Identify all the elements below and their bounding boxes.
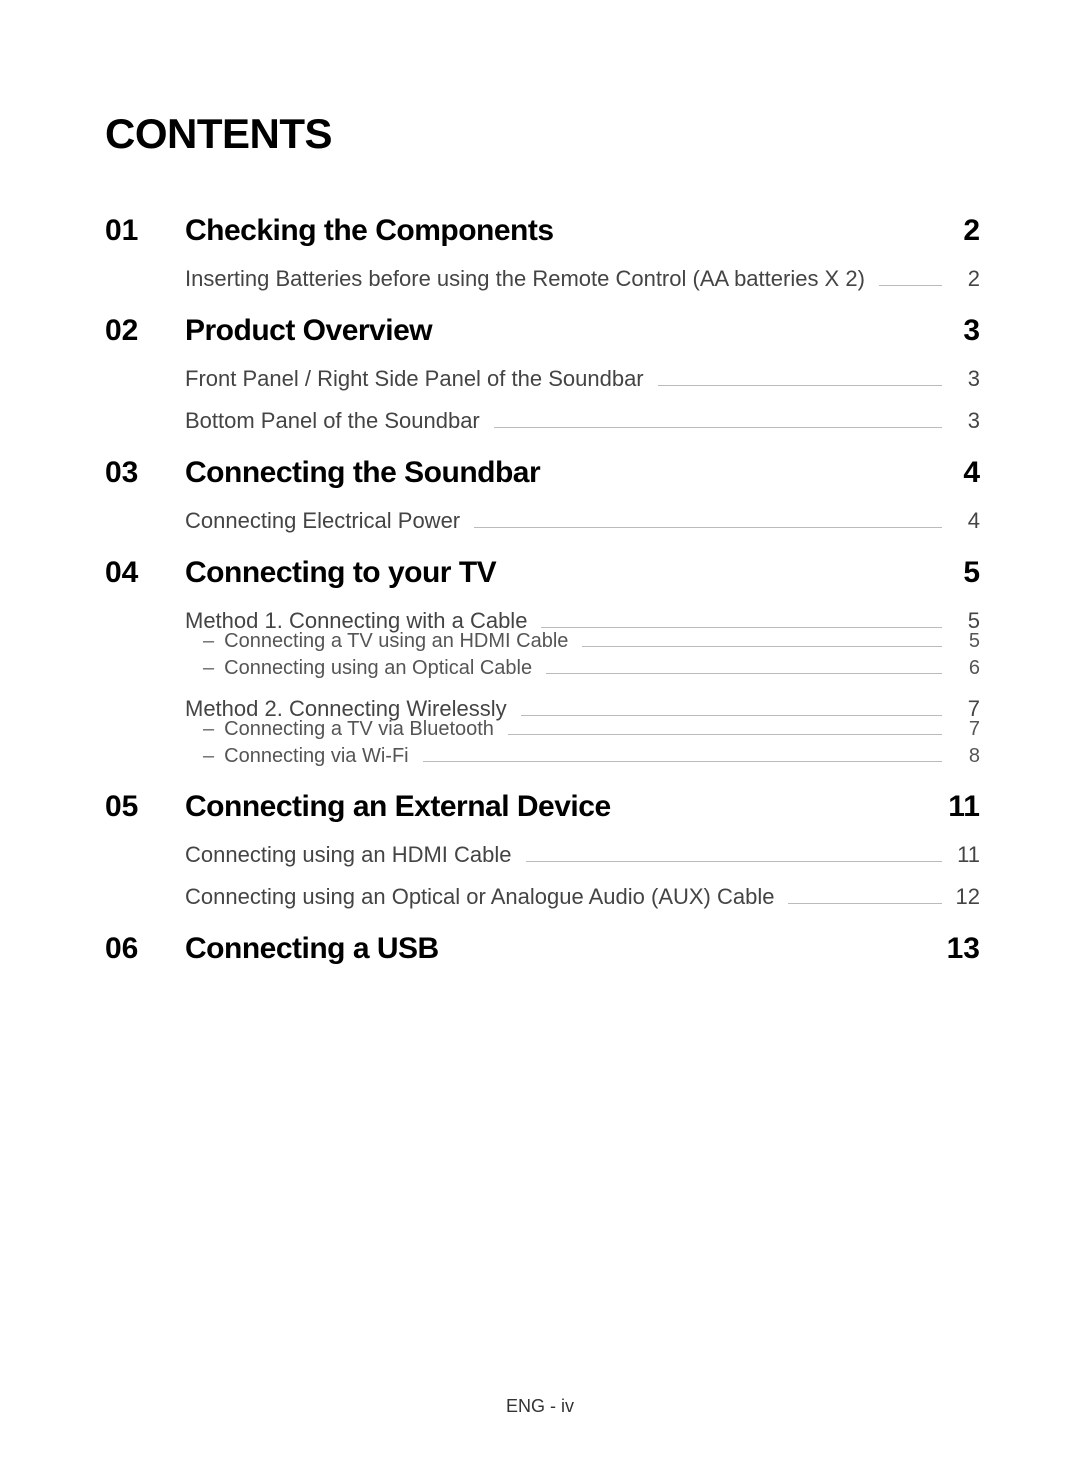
toc-entry[interactable]: Connecting using an HDMI Cable 11: [105, 842, 980, 868]
toc-section-title: Product Overview: [185, 314, 940, 348]
table-of-contents: 01Checking the Components2Inserting Batt…: [105, 214, 980, 966]
toc-sub-title: Connecting a TV via Bluetooth: [224, 718, 494, 741]
toc-section-header[interactable]: 02Product Overview3: [105, 314, 980, 348]
toc-sub-page: 7: [956, 718, 980, 741]
toc-section: 03Connecting the Soundbar4Connecting Ele…: [105, 456, 980, 534]
toc-section-header[interactable]: 03Connecting the Soundbar4: [105, 456, 980, 490]
toc-sub-title: Connecting using an Optical Cable: [224, 657, 532, 680]
toc-sub-entry[interactable]: –Connecting using an Optical Cable 6: [105, 657, 980, 680]
toc-sub-entry[interactable]: –Connecting via Wi-Fi 8: [105, 745, 980, 768]
toc-section-header[interactable]: 05Connecting an External Device11: [105, 790, 980, 824]
dash-icon: –: [203, 630, 214, 653]
toc-section-header[interactable]: 01Checking the Components2: [105, 214, 980, 248]
toc-leader-line: [658, 385, 942, 386]
toc-entry-page: 4: [956, 508, 980, 534]
toc-sub-page: 5: [956, 630, 980, 653]
toc-section-number: 05: [105, 790, 185, 824]
toc-section: 01Checking the Components2Inserting Batt…: [105, 214, 980, 292]
toc-leader-line: [521, 715, 942, 716]
toc-section-page: 3: [940, 314, 980, 348]
toc-section-page: 2: [940, 214, 980, 248]
toc-section-number: 06: [105, 932, 185, 966]
toc-leader-line: [508, 734, 942, 735]
toc-sub-page: 6: [956, 657, 980, 680]
toc-sub-page: 8: [956, 745, 980, 768]
toc-entry[interactable]: Bottom Panel of the Soundbar 3: [105, 408, 980, 434]
toc-section: 06Connecting a USB13: [105, 932, 980, 966]
toc-entry[interactable]: Front Panel / Right Side Panel of the So…: [105, 366, 980, 392]
page-footer: ENG - iv: [0, 1396, 1080, 1417]
toc-leader-line: [541, 627, 942, 628]
toc-section-number: 02: [105, 314, 185, 348]
dash-icon: –: [203, 718, 214, 741]
toc-section-title: Connecting the Soundbar: [185, 456, 940, 490]
toc-entry-title: Front Panel / Right Side Panel of the So…: [185, 366, 644, 392]
toc-section-page: 5: [940, 556, 980, 590]
toc-section: 04Connecting to your TV5Method 1. Connec…: [105, 556, 980, 768]
toc-entry[interactable]: Inserting Batteries before using the Rem…: [105, 266, 980, 292]
toc-leader-line: [546, 673, 942, 674]
toc-entry-title: Connecting Electrical Power: [185, 508, 460, 534]
toc-sub-entries: –Connecting a TV via Bluetooth7–Connecti…: [105, 718, 980, 768]
toc-section-title: Connecting a USB: [185, 932, 940, 966]
toc-section-title: Connecting an External Device: [185, 790, 940, 824]
toc-leader-line: [423, 761, 942, 762]
toc-leader-line: [879, 285, 942, 286]
toc-leader-line: [526, 861, 942, 862]
toc-sub-title: Connecting via Wi-Fi: [224, 745, 409, 768]
toc-section-number: 03: [105, 456, 185, 490]
toc-section-number: 04: [105, 556, 185, 590]
toc-sub-title: Connecting a TV using an HDMI Cable: [224, 630, 568, 653]
toc-section-header[interactable]: 06Connecting a USB13: [105, 932, 980, 966]
toc-entry-page: 11: [956, 842, 980, 868]
toc-sub-entries: –Connecting a TV using an HDMI Cable5–Co…: [105, 630, 980, 680]
dash-icon: –: [203, 657, 214, 680]
toc-leader-line: [788, 903, 941, 904]
toc-leader-line: [582, 646, 942, 647]
toc-entry-title: Connecting using an Optical or Analogue …: [185, 884, 774, 910]
toc-leader-line: [474, 527, 942, 528]
toc-entry-title: Bottom Panel of the Soundbar: [185, 408, 480, 434]
toc-entry[interactable]: Connecting using an Optical or Analogue …: [105, 884, 980, 910]
toc-entry[interactable]: Connecting Electrical Power 4: [105, 508, 980, 534]
toc-section-page: 4: [940, 456, 980, 490]
toc-section-header[interactable]: 04Connecting to your TV5: [105, 556, 980, 590]
toc-entry-page: 2: [956, 266, 980, 292]
toc-section-number: 01: [105, 214, 185, 248]
toc-section: 02Product Overview3Front Panel / Right S…: [105, 314, 980, 434]
toc-entry-page: 3: [956, 408, 980, 434]
page-title: CONTENTS: [105, 110, 980, 158]
toc-section-page: 13: [940, 932, 980, 966]
dash-icon: –: [203, 745, 214, 768]
toc-sub-entry[interactable]: –Connecting a TV using an HDMI Cable 5: [105, 630, 980, 653]
toc-entry-page: 3: [956, 366, 980, 392]
toc-leader-line: [494, 427, 942, 428]
toc-section-title: Checking the Components: [185, 214, 940, 248]
toc-entry-title: Inserting Batteries before using the Rem…: [185, 266, 865, 292]
toc-section: 05Connecting an External Device11Connect…: [105, 790, 980, 910]
toc-section-page: 11: [940, 790, 980, 824]
toc-entry-title: Connecting using an HDMI Cable: [185, 842, 512, 868]
toc-section-title: Connecting to your TV: [185, 556, 940, 590]
toc-entry-page: 12: [956, 884, 980, 910]
toc-sub-entry[interactable]: –Connecting a TV via Bluetooth 7: [105, 718, 980, 741]
